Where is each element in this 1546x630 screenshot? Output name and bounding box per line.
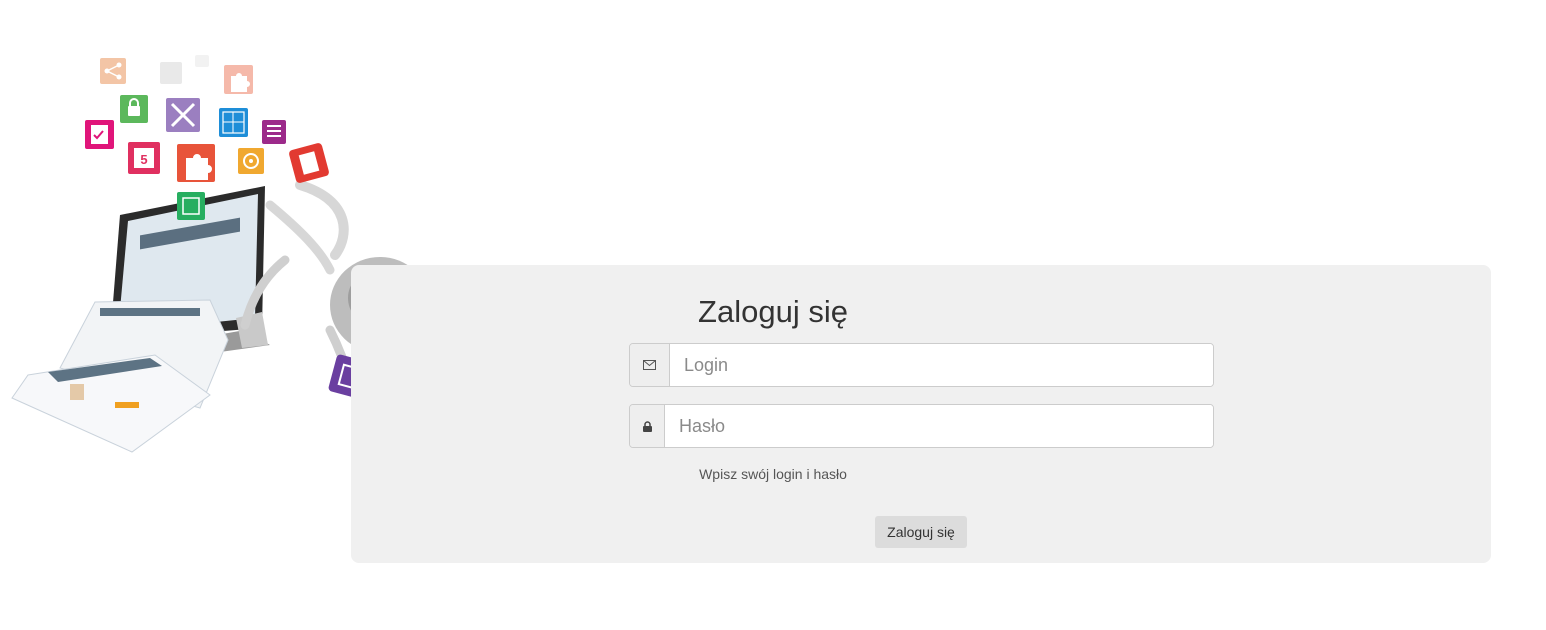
password-input-group xyxy=(629,404,1214,448)
share-icon xyxy=(100,58,126,84)
login-input-group xyxy=(629,343,1214,387)
expand-arrows-icon xyxy=(166,98,200,132)
checklist-icon xyxy=(160,55,209,84)
lock-icon xyxy=(120,95,148,123)
document-icon xyxy=(289,143,329,183)
envelope-icon xyxy=(630,344,670,386)
password-input[interactable] xyxy=(665,405,1213,447)
calendar-day-label: 5 xyxy=(140,152,147,167)
login-title: Zaloguj się xyxy=(698,294,848,329)
sitemap-icon xyxy=(219,108,248,137)
login-input[interactable] xyxy=(670,344,1213,386)
page: 5 Zaloguj się Login Wpisz swój login i h… xyxy=(0,0,1546,630)
list-icon xyxy=(262,120,286,144)
login-hint: Wpisz swój login i hasło xyxy=(699,466,847,482)
calendar-icon: 5 xyxy=(128,142,160,174)
files-icon xyxy=(177,192,205,220)
checked-document-icon xyxy=(85,120,114,149)
gear-icon xyxy=(238,148,264,174)
puzzle-icon xyxy=(224,65,253,94)
login-submit-button[interactable]: Zaloguj się xyxy=(875,516,967,548)
puzzle-red-icon xyxy=(177,144,215,182)
lock-small-icon xyxy=(630,405,665,447)
